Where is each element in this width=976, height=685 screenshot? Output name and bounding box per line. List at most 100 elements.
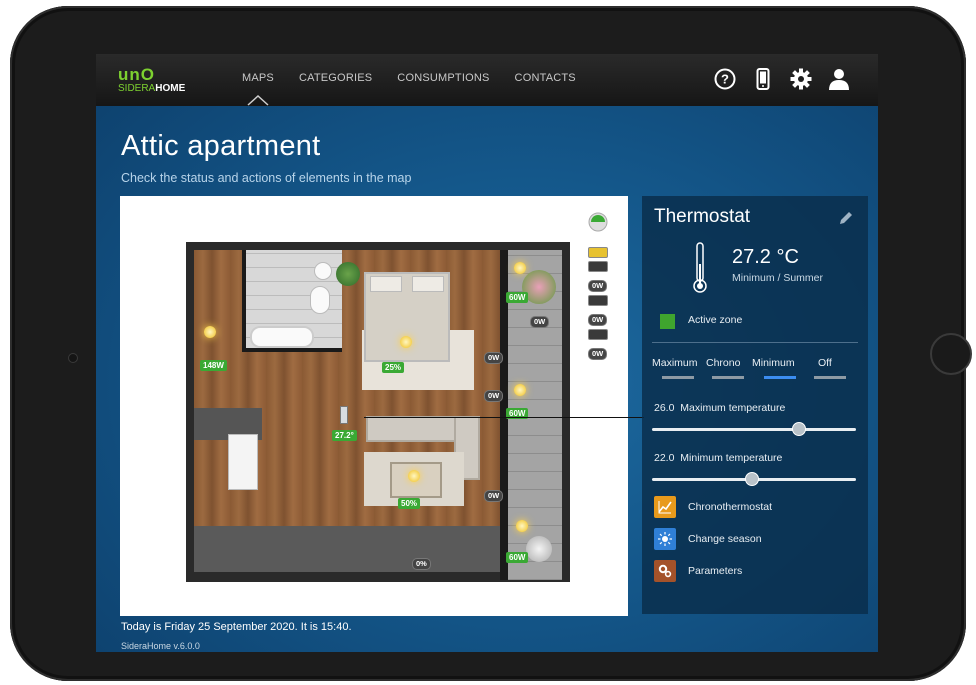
living-light-badge: 50% xyxy=(398,498,421,509)
logo-mark: unO xyxy=(118,65,155,84)
legend-badge: 0W xyxy=(588,348,608,360)
change-season-label: Change season xyxy=(688,533,762,545)
max-temp-slider[interactable] xyxy=(652,422,856,436)
bedroom-light-badge: 25% xyxy=(382,362,405,373)
status-date: Today is Friday 25 September 2020. It is… xyxy=(121,621,352,633)
chronothermostat-button[interactable]: Chronothermostat xyxy=(654,495,854,519)
mobile-icon[interactable] xyxy=(750,66,776,92)
wall-consumption-badge: 148W xyxy=(200,360,227,371)
min-temp-text: Minimum temperature xyxy=(680,452,783,464)
nav-maps[interactable]: MAPS xyxy=(242,72,274,84)
mode-summary: Minimum / Summer xyxy=(732,272,824,284)
terrace-socket-badge: 0W xyxy=(530,316,550,328)
nav-contacts[interactable]: CONTACTS xyxy=(515,72,576,84)
top-icons: ? xyxy=(712,66,864,92)
socket-badge-a: 0W xyxy=(484,352,504,364)
active-zone-label: Active zone xyxy=(688,314,743,326)
terrace-light-top[interactable] xyxy=(514,262,526,274)
logo[interactable]: unO SIDERAHOME xyxy=(118,66,210,94)
thermostat-badge: 27.2° xyxy=(332,430,357,441)
toilet xyxy=(310,286,330,314)
logo-text-b: HOME xyxy=(155,83,186,94)
max-temp-text: Maximum temperature xyxy=(680,402,786,414)
socket-badge-b: 0W xyxy=(484,490,504,502)
socket-badge-c: 0W xyxy=(484,390,504,402)
app-version: SideraHome v.6.0.0 xyxy=(121,641,200,651)
terrace-light-mid[interactable] xyxy=(514,384,526,396)
min-temp-label: 22.0 Minimum temperature xyxy=(654,452,782,464)
bottom-counter xyxy=(194,526,500,572)
active-nav-indicator xyxy=(247,94,269,106)
home-button[interactable] xyxy=(930,333,972,375)
max-temp-value: 26.0 xyxy=(654,402,675,414)
terrace-light-bottom[interactable] xyxy=(516,520,528,532)
compass-icon[interactable] xyxy=(588,212,608,232)
bedroom-light[interactable] xyxy=(400,336,412,348)
wall xyxy=(246,348,342,352)
thermostat-panel: Thermostat 27.2 °C Minimum / Summer Acti… xyxy=(642,196,868,614)
mode-chrono[interactable]: Chrono xyxy=(706,357,740,369)
user-icon[interactable] xyxy=(826,66,852,92)
parameters-button[interactable]: Parameters xyxy=(654,559,854,583)
page-subtitle: Check the status and actions of elements… xyxy=(121,171,412,185)
active-zone-indicator xyxy=(660,314,675,329)
edit-icon[interactable] xyxy=(838,210,854,226)
bathtub xyxy=(250,326,314,348)
terrace-top-badge: 60W xyxy=(506,292,529,303)
light-legend-icon[interactable] xyxy=(588,247,608,258)
min-temp-slider[interactable] xyxy=(652,472,856,486)
mode-maximum-bar[interactable] xyxy=(662,376,694,379)
divider xyxy=(652,342,858,343)
max-temp-label: 26.0 Maximum temperature xyxy=(654,402,785,414)
terrace-bottom-badge: 60W xyxy=(506,552,529,563)
nav-consumptions[interactable]: CONSUMPTIONS xyxy=(397,72,489,84)
mode-minimum-bar[interactable] xyxy=(764,376,796,379)
main-nav: MAPS CATEGORIES CONSUMPTIONS CONTACTS xyxy=(242,72,601,84)
thermostat-device[interactable] xyxy=(340,406,348,424)
help-icon[interactable]: ? xyxy=(712,66,738,92)
living-light[interactable] xyxy=(408,470,420,482)
socket-legend-icon[interactable] xyxy=(588,295,608,306)
current-temperature: 27.2 °C xyxy=(732,246,799,268)
chart-icon xyxy=(654,496,676,518)
gears-icon xyxy=(654,560,676,582)
camera xyxy=(68,353,78,363)
gear-icon[interactable] xyxy=(788,66,814,92)
map-legend: 0W 0W 0W xyxy=(588,212,610,361)
mode-maximum[interactable]: Maximum xyxy=(652,357,698,369)
legend-badge: 0W xyxy=(588,314,608,326)
top-bar: unO SIDERAHOME MAPS CATEGORIES CONSUMPTI… xyxy=(96,54,878,106)
svg-text:?: ? xyxy=(721,72,729,87)
mode-chrono-bar[interactable] xyxy=(712,376,744,379)
panel-title: Thermostat xyxy=(654,206,751,227)
map-panel-connector xyxy=(364,417,644,418)
wall-light[interactable] xyxy=(204,326,216,338)
nav-categories[interactable]: CATEGORIES xyxy=(299,72,372,84)
change-season-button[interactable]: Change season xyxy=(654,527,854,551)
plant xyxy=(336,262,360,286)
mode-minimum[interactable]: Minimum xyxy=(752,357,795,369)
chronothermostat-label: Chronothermostat xyxy=(688,501,773,513)
wall xyxy=(242,250,246,352)
pillow xyxy=(412,276,444,292)
dining-table xyxy=(228,434,258,490)
logo-text: SIDERAHOME xyxy=(118,84,185,94)
parameters-label: Parameters xyxy=(688,565,743,577)
socket-legend-icon[interactable] xyxy=(588,329,608,340)
min-temp-knob[interactable] xyxy=(744,472,759,486)
max-temp-knob[interactable] xyxy=(791,422,806,436)
sink xyxy=(314,262,332,280)
page-title: Attic apartment xyxy=(121,130,321,162)
app-screen: unO SIDERAHOME MAPS CATEGORIES CONSUMPTI… xyxy=(96,54,878,652)
logo-text-a: SIDERA xyxy=(118,83,156,94)
floor-plan: 25% 50% 148W 27.2° 60W 60W 0W 60W 0W 0W … xyxy=(186,242,570,582)
mode-off[interactable]: Off xyxy=(818,357,832,369)
pillow xyxy=(370,276,402,292)
terrace-chairs xyxy=(526,536,552,562)
socket-legend-icon[interactable] xyxy=(588,261,608,272)
floor-map[interactable]: 25% 50% 148W 27.2° 60W 60W 0W 60W 0W 0W … xyxy=(120,196,628,616)
window-badge: 0% xyxy=(412,558,431,570)
mode-off-bar[interactable] xyxy=(814,376,846,379)
min-temp-value: 22.0 xyxy=(654,452,675,464)
thermometer-icon xyxy=(693,242,707,293)
